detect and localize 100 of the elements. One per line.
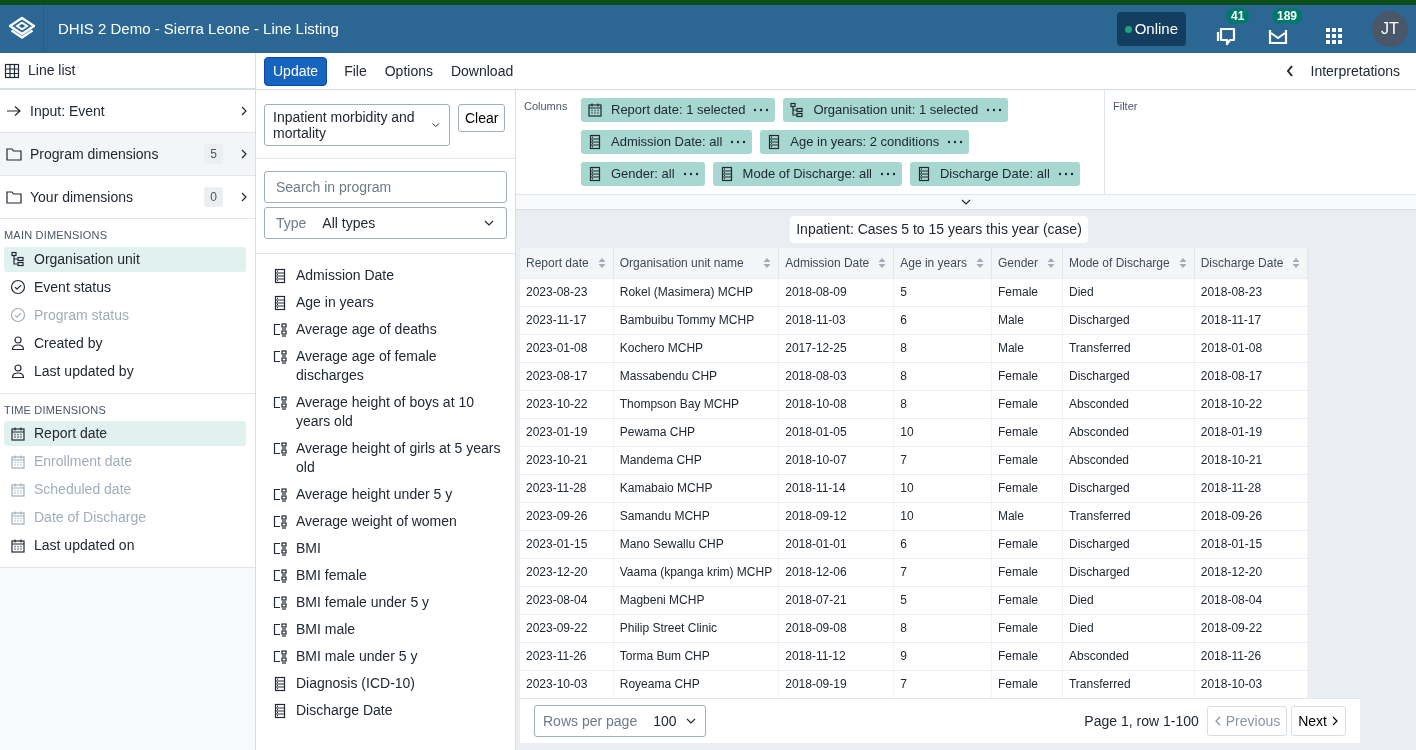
next-button[interactable]: Next: [1291, 706, 1346, 736]
type-select[interactable]: Type All types: [264, 207, 507, 239]
rows-per-page-select[interactable]: Rows per page 100: [534, 705, 706, 737]
table-cell: 6: [893, 306, 992, 334]
indicator-icon: [272, 322, 288, 338]
program-dimension-item[interactable]: Discharge Date: [256, 697, 515, 724]
menu-item[interactable]: Options: [375, 60, 442, 82]
dimension-chip[interactable]: Admission Date: all: [581, 130, 753, 154]
table-cell: Female: [991, 558, 1063, 586]
indicator-icon: [272, 622, 288, 638]
dimension-item[interactable]: Last updated by: [4, 358, 246, 384]
table-cell: Philip Street Clinic: [613, 614, 779, 642]
count-badge: 0: [204, 187, 223, 207]
dimension-item[interactable]: Created by: [4, 330, 246, 356]
program-dimension-item[interactable]: Admission Date: [256, 262, 515, 289]
more-icon[interactable]: [879, 171, 896, 177]
more-icon[interactable]: [1057, 171, 1074, 177]
dimension-chip[interactable]: Age in years: 2 conditions: [760, 130, 970, 154]
program-dimension-item[interactable]: Average height of boys at 10 years old: [256, 389, 515, 435]
column-header[interactable]: Mode of Discharge: [1062, 248, 1195, 278]
indicator-icon: [272, 514, 288, 530]
table-cell: 8: [893, 614, 992, 642]
messages-icon[interactable]: [1215, 25, 1237, 47]
chevron-right-icon: [239, 191, 249, 203]
menu-item[interactable]: File: [335, 60, 376, 82]
dimension-chip[interactable]: Organisation unit: 1 selected: [783, 98, 1009, 122]
program-dimension-item[interactable]: Diagnosis (ICD-10): [256, 670, 515, 697]
table-cell: Died: [1062, 586, 1195, 614]
program-select[interactable]: Inpatient morbidity and mortality: [264, 104, 450, 146]
app-title: DHIS 2 Demo - Sierra Leone - Line Listing: [57, 18, 340, 39]
user-avatar[interactable]: JT: [1372, 11, 1408, 47]
program-dimension-item[interactable]: BMI female under 5 y: [256, 589, 515, 616]
table-cell: Female: [991, 642, 1063, 670]
table-cell: Discharged: [1062, 474, 1195, 502]
visualization-type-selector[interactable]: Line list: [0, 53, 255, 90]
column-header[interactable]: Discharge Date: [1194, 248, 1308, 278]
table-cell: 2018-01-05: [778, 418, 894, 446]
table-cell: 2018-09-22: [1194, 614, 1308, 642]
more-icon[interactable]: [986, 107, 1003, 113]
logo-icon[interactable]: [6, 16, 37, 42]
data-element-icon: [272, 676, 288, 692]
dimension-group[interactable]: Program dimensions 5: [0, 133, 255, 176]
dimension-chip[interactable]: Report date: 1 selected: [581, 98, 776, 122]
dimension-item[interactable]: Event status: [4, 274, 246, 300]
calendar-icon: [587, 102, 603, 118]
dimension-chip[interactable]: Discharge Date: all: [909, 162, 1080, 186]
column-header[interactable]: Organisation unit name: [613, 248, 779, 278]
chevron-right-icon: [239, 105, 249, 117]
more-icon[interactable]: [753, 107, 770, 113]
column-header[interactable]: Age in years: [893, 248, 992, 278]
dimension-chip[interactable]: Gender: all: [581, 162, 705, 186]
update-button[interactable]: Update: [264, 56, 328, 86]
program-dimension-item[interactable]: Average age of deaths: [256, 316, 515, 343]
dimension-group[interactable]: Your dimensions 0: [0, 176, 255, 219]
more-icon[interactable]: [730, 139, 747, 145]
table-cell: 2018-09-12: [778, 502, 894, 530]
program-dimension-item[interactable]: Age in years: [256, 289, 515, 316]
table-cell: 2018-01-01: [778, 530, 894, 558]
table-cell: 2023-08-23: [520, 278, 614, 306]
program-dimension-item[interactable]: Average weight of women: [256, 508, 515, 535]
program-dimension-item[interactable]: Average height under 5 y: [256, 481, 515, 508]
dimension-item[interactable]: Last updated on: [4, 533, 246, 558]
dimension-item[interactable]: Organisation unit: [4, 246, 246, 272]
menu-item[interactable]: Download: [441, 60, 523, 82]
indicator-icon: [272, 349, 288, 365]
column-header[interactable]: Gender: [991, 248, 1063, 278]
more-icon[interactable]: [682, 171, 699, 177]
indicator-icon: [272, 395, 288, 411]
dimension-item[interactable]: Report date: [4, 421, 246, 446]
page-info: Page 1, row 1-100: [1084, 711, 1199, 731]
program-dimension-item[interactable]: BMI male under 5 y: [256, 643, 515, 670]
search-field[interactable]: Search in program: [264, 171, 507, 203]
column-header[interactable]: Report date: [520, 248, 614, 278]
indicator-icon: [272, 649, 288, 665]
user-icon: [10, 363, 26, 379]
table-cell: 2018-08-17: [1194, 362, 1308, 390]
indicator-icon: [272, 595, 288, 611]
data-element-icon: [587, 134, 603, 150]
column-header[interactable]: Admission Date: [778, 248, 894, 278]
data-element-icon: [272, 703, 288, 719]
program-dimension-item[interactable]: BMI male: [256, 616, 515, 643]
program-dimension-item[interactable]: BMI: [256, 535, 515, 562]
table-cell: Female: [991, 474, 1063, 502]
apps-grid-icon[interactable]: [1325, 27, 1343, 45]
hierarchy-icon: [789, 102, 806, 118]
dimension-chip[interactable]: Mode of Discharge: all: [712, 162, 902, 186]
table-cell: 2023-11-26: [520, 642, 614, 670]
table-cell: 2023-12-20: [520, 558, 614, 586]
expand-icon[interactable]: [960, 198, 972, 206]
clear-button[interactable]: Clear: [458, 104, 506, 132]
program-dimension-item[interactable]: BMI female: [256, 562, 515, 589]
table-cell: 2023-09-26: [520, 502, 614, 530]
table-cell: Male: [991, 306, 1063, 334]
table-cell: 2023-09-22: [520, 614, 614, 642]
program-dimension-item[interactable]: Average age of female discharges: [256, 343, 515, 389]
interpretations-toggle[interactable]: Interpretations: [1284, 60, 1408, 82]
program-dimension-item[interactable]: Average height of girls at 5 years old: [256, 435, 515, 481]
more-icon[interactable]: [947, 139, 964, 145]
table-cell: Discharged: [1062, 558, 1195, 586]
table-cell: Thompson Bay MCHP: [613, 390, 779, 418]
